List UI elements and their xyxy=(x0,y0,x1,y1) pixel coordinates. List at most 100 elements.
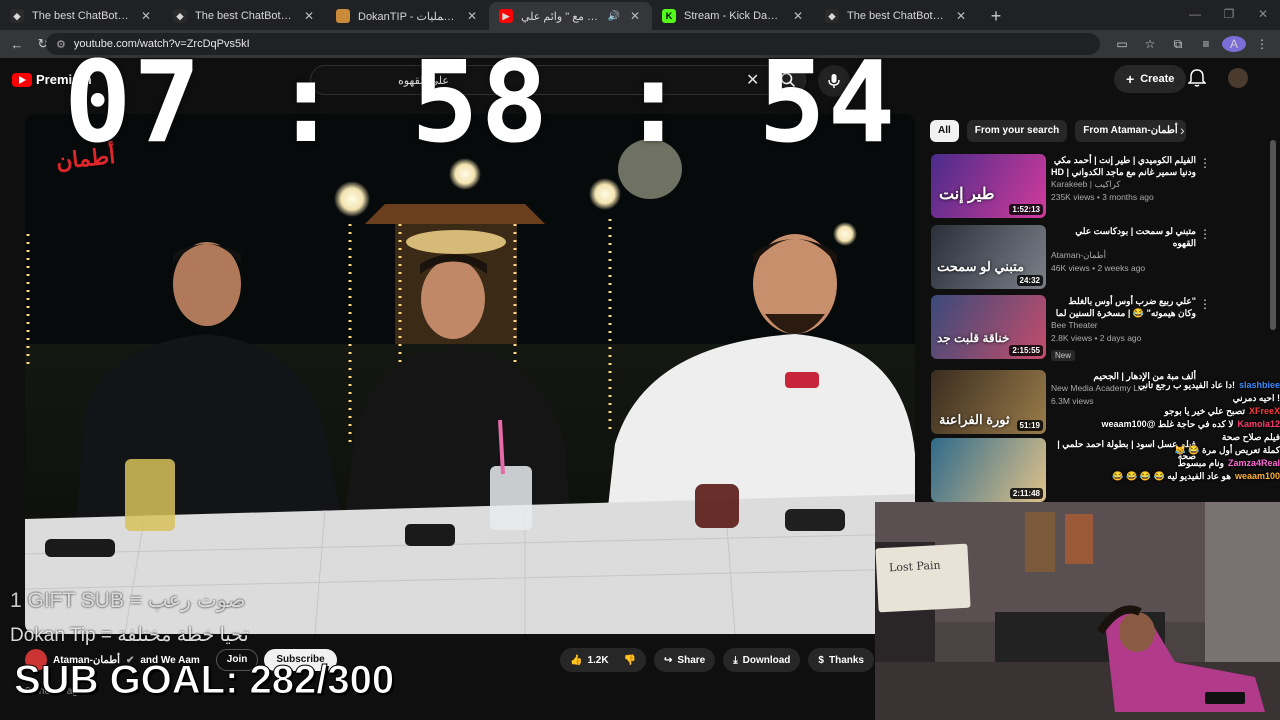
chat-username: Kamola12 xyxy=(1237,419,1280,429)
extensions-icon[interactable]: ⧉ xyxy=(1166,37,1190,52)
bookmark-star-icon[interactable]: ☆ xyxy=(1138,37,1162,51)
video-thumbnail[interactable]: خناقة قلبت جد 2:15:55 xyxy=(931,295,1046,359)
browser-tab[interactable]: ◆ The best ChatBot and Widgets ✕ xyxy=(815,2,978,30)
more-actions-icon[interactable]: ⋮ xyxy=(1199,297,1211,311)
chat-username: slashbiee xyxy=(1238,380,1280,390)
streamelements-icon: ◆ xyxy=(825,9,839,23)
chip-from-your-search[interactable]: From your search xyxy=(966,120,1068,142)
tab-title: The best ChatBot and Widgets xyxy=(847,10,946,22)
share-button[interactable]: ↪ Share xyxy=(654,648,716,672)
chip-all[interactable]: All xyxy=(930,120,959,142)
browser-tab[interactable]: DokanTIP - سجل العمليات ✕ xyxy=(326,2,489,30)
thumbs-down-icon[interactable]: 👎 xyxy=(624,655,636,666)
tab-title: ايه اللي جابو مع " وائم علي xyxy=(521,10,600,23)
youtube-icon: ▶ xyxy=(499,9,513,23)
chat-text: كملة تعريص أول مرة 😂 😹 xyxy=(1174,445,1280,455)
create-label: Create xyxy=(1140,73,1175,85)
chat-text: فيلم صلاح صحة xyxy=(1221,432,1280,442)
thanks-label: Thanks xyxy=(828,654,864,666)
chat-text: هو عاد الفيديو ليه 😂 😂 😂 😂 xyxy=(1112,471,1231,481)
video-stats: 46K views • 2 weeks ago xyxy=(1051,263,1146,273)
video-stats: 235K views • 3 months ago xyxy=(1051,192,1154,202)
maximize-icon[interactable]: ❐ xyxy=(1212,0,1246,28)
tab-title: The best ChatBot and Widgets xyxy=(32,10,131,22)
chat-text: !دا عاد الفيديو ب رجع تاني xyxy=(1138,380,1235,390)
cast-icon[interactable]: ▭ xyxy=(1110,37,1134,51)
chip-from-channel[interactable]: From Ataman-أطمان xyxy=(1075,120,1186,142)
video-frame xyxy=(25,114,915,634)
account-avatar[interactable] xyxy=(1228,68,1248,88)
share-label: Share xyxy=(677,654,706,666)
speaker-icon[interactable]: 🔊 xyxy=(608,11,620,22)
sidebar-scrollbar[interactable] xyxy=(1270,140,1276,330)
recommendation-item[interactable]: طير إنت 1:52:13 الفيلم الكوميدي | طير إن… xyxy=(931,154,1211,220)
kick-icon: K xyxy=(662,9,676,23)
channel-name[interactable]: Ataman-أطمان xyxy=(1051,249,1196,262)
thanks-icon: $ xyxy=(818,654,824,666)
video-thumbnail[interactable]: طير إنت 1:52:13 xyxy=(931,154,1046,218)
video-player[interactable] xyxy=(25,114,915,634)
video-duration: 24:32 xyxy=(1016,275,1043,286)
stream-chat-overlay: slashbiee!دا عاد الفيديو ب رجع تاني ! احي… xyxy=(1040,380,1280,484)
close-tab-icon[interactable]: ✕ xyxy=(302,9,316,23)
chat-message: كملة تعريص أول مرة 😂 😹 xyxy=(1040,445,1280,458)
close-tab-icon[interactable]: ✕ xyxy=(628,9,642,23)
browser-tab[interactable]: ◆ The best ChatBot and Widgets ✕ xyxy=(0,2,163,30)
channel-name[interactable]: Karakeeb | كراكيب xyxy=(1051,178,1196,191)
chat-text: تصبح علي خير يا بوجو xyxy=(1164,406,1245,416)
close-tab-icon[interactable]: ✕ xyxy=(791,9,805,23)
close-window-icon[interactable]: ✕ xyxy=(1246,0,1280,28)
download-button[interactable]: ⤓ Download xyxy=(723,648,801,672)
chat-text: ونام مبسوط xyxy=(1177,458,1224,468)
chevron-right-icon[interactable]: › xyxy=(1180,122,1185,138)
new-tab-icon[interactable]: + xyxy=(982,2,1010,30)
chat-text: لا كده في حاجة غلط @weaam100 xyxy=(1101,419,1234,429)
thumbnail-text: خناقة قلبت جد xyxy=(937,331,1010,345)
browser-tab[interactable]: ◆ The best ChatBot and Widgets ✕ xyxy=(163,2,326,30)
video-title[interactable]: متبني لو سمحت | بودكاست علي القهوه xyxy=(1051,225,1196,249)
video-actions: 👍 1.2K 👎 ↪ Share ⤓ Download $ Thanks xyxy=(560,648,874,672)
browser-tab-strip: ◆ The best ChatBot and Widgets ✕ ◆ The b… xyxy=(0,0,1280,30)
video-thumbnail[interactable]: متبني لو سمحت 24:32 xyxy=(931,225,1046,289)
download-label: Download xyxy=(742,654,791,666)
reading-list-icon[interactable]: ≡ xyxy=(1194,37,1218,51)
channel-name[interactable]: Bee Theater xyxy=(1051,319,1196,332)
more-actions-icon[interactable]: ⋮ xyxy=(1199,227,1211,241)
chat-message: فيلم صلاح صحة xyxy=(1040,432,1280,445)
back-icon[interactable]: ← xyxy=(4,37,30,52)
close-tab-icon[interactable]: ✕ xyxy=(465,9,479,23)
close-tab-icon[interactable]: ✕ xyxy=(139,9,153,23)
like-button[interactable]: 👍 1.2K 👎 xyxy=(560,648,647,672)
download-icon: ⤓ xyxy=(733,654,738,666)
stream-timer: 07 : 58 : 54 xyxy=(64,38,898,168)
browser-tab[interactable]: K Stream - Kick Dashboard ✕ xyxy=(652,2,815,30)
profile-avatar[interactable]: A xyxy=(1222,36,1246,52)
video-thumbnail[interactable]: 2:11:48 xyxy=(931,438,1046,502)
screen: ◆ The best ChatBot and Widgets ✕ ◆ The b… xyxy=(0,0,1280,720)
chat-username: weaam100 xyxy=(1234,471,1280,481)
thumbs-up-icon: 👍 xyxy=(570,654,583,666)
more-actions-icon[interactable]: ⋮ xyxy=(1199,156,1211,170)
notifications-bell-icon[interactable] xyxy=(1188,68,1206,88)
minimize-icon[interactable]: — xyxy=(1178,0,1212,28)
browser-menu-icon[interactable]: ⋮ xyxy=(1250,37,1274,51)
thanks-button[interactable]: $ Thanks xyxy=(808,648,874,672)
close-tab-icon[interactable]: ✕ xyxy=(954,9,968,23)
tab-title: The best ChatBot and Widgets xyxy=(195,10,294,22)
webcam-frame xyxy=(875,502,1280,720)
tab-title: Stream - Kick Dashboard xyxy=(684,10,783,22)
thumbnail-text: طير إنت xyxy=(939,186,995,203)
new-badge: New xyxy=(1051,350,1076,361)
webcam-sign-text: Lost Pain xyxy=(888,558,941,575)
browser-tab-active[interactable]: ▶ ايه اللي جابو مع " وائم علي 🔊 ✕ xyxy=(489,2,652,30)
chat-message: ! احيه دمرني xyxy=(1040,393,1280,406)
chat-username: Zamza4Real xyxy=(1227,458,1280,468)
recommendation-item[interactable]: خناقة قلبت جد 2:15:55 "علي ربيع ضرب أوس … xyxy=(931,295,1211,361)
thumbnail-text: ثورة الفراعنة xyxy=(939,412,1010,427)
video-title[interactable]: "علي ربيع ضرب أوس أوس بالغلط وكان هيموته… xyxy=(1051,295,1196,319)
video-thumbnail[interactable]: ثورة الفراعنة 51:19 xyxy=(931,370,1046,434)
share-icon: ↪ xyxy=(664,654,673,666)
create-button[interactable]: + Create xyxy=(1114,65,1187,93)
video-title[interactable]: الفيلم الكوميدي | طير إنت | أحمد مكي ودن… xyxy=(1051,154,1196,178)
recommendation-item[interactable]: متبني لو سمحت 24:32 متبني لو سمحت | بودك… xyxy=(931,225,1211,291)
